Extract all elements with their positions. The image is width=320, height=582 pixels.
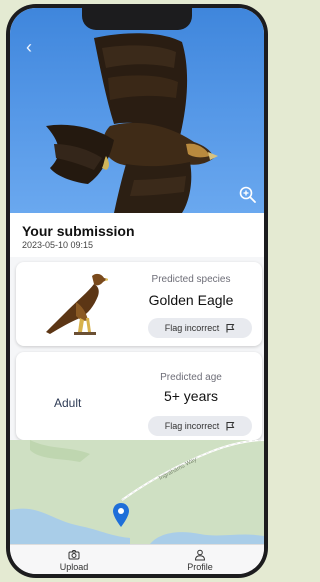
flag-icon xyxy=(226,422,235,431)
predicted-species-value: Golden Eagle xyxy=(148,292,234,308)
flag-incorrect-age-button[interactable]: Flag incorrect xyxy=(148,416,252,436)
flag-icon xyxy=(226,324,235,333)
chevron-left-icon: ‹ xyxy=(26,37,32,57)
flag-incorrect-label: Flag incorrect xyxy=(164,323,220,333)
submission-header: Your submission 2023-05-10 09:15 xyxy=(10,213,264,257)
eagle-photo: ‹ xyxy=(10,8,264,213)
flag-incorrect-label: Flag incorrect xyxy=(164,421,220,431)
predicted-age-value: 5+ years xyxy=(163,388,219,404)
nav-upload-label: Upload xyxy=(59,562,89,572)
zoom-in-icon xyxy=(239,186,256,203)
location-map[interactable]: Ingrahams Way xyxy=(10,440,264,544)
nav-profile[interactable]: Profile xyxy=(170,549,230,572)
map-tiles: Ingrahams Way xyxy=(10,440,264,544)
bottom-navigation: Upload Profile xyxy=(10,544,264,574)
age-card: Adult Predicted age 5+ years Flag incorr… xyxy=(16,352,262,440)
species-card: Predicted species Golden Eagle Flag inco… xyxy=(16,262,262,346)
eagle-photo-image xyxy=(46,33,218,213)
map-road-label: Ingrahams Way xyxy=(158,457,198,482)
back-button[interactable]: ‹ xyxy=(18,36,40,58)
nav-upload[interactable]: Upload xyxy=(44,549,104,572)
device-notch xyxy=(82,8,192,30)
predicted-species-label: Predicted species xyxy=(151,274,231,285)
submission-title: Your submission xyxy=(22,223,135,239)
person-icon xyxy=(194,549,206,561)
eagle-thumbnail xyxy=(46,273,108,335)
flag-incorrect-species-button[interactable]: Flag incorrect xyxy=(148,318,252,338)
zoom-button[interactable] xyxy=(238,185,258,205)
phone-frame: ‹ Your submission 2023-05-10 09:15 Predi… xyxy=(6,4,268,578)
nav-profile-label: Profile xyxy=(187,562,213,572)
app-screen: ‹ Your submission 2023-05-10 09:15 Predi… xyxy=(10,8,264,574)
submission-datetime: 2023-05-10 09:15 xyxy=(22,240,94,250)
predicted-age-label: Predicted age xyxy=(160,372,222,383)
location-pin-icon xyxy=(113,503,129,527)
camera-icon xyxy=(68,550,80,560)
age-category: Adult xyxy=(54,396,82,410)
